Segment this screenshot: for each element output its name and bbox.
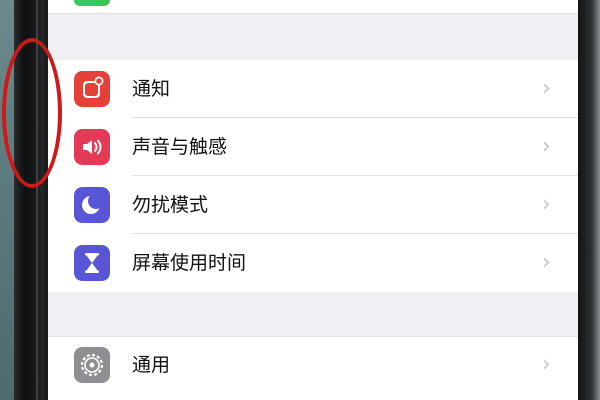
- settings-item-do-not-disturb[interactable]: 勿扰模式 ›: [48, 176, 578, 234]
- settings-item-notifications[interactable]: 通知 ›: [48, 60, 578, 118]
- photo-stage: 通知 › 声音与触感 › 勿扰模式 › 屏幕使用时间 › 通用 ›: [0, 0, 600, 400]
- phone-frame-highlight: [36, 0, 38, 400]
- settings-item-general[interactable]: 通用 ›: [48, 336, 578, 394]
- settings-group-general: 通用 ›: [48, 336, 578, 400]
- settings-item-screen-time[interactable]: 屏幕使用时间 ›: [48, 234, 578, 292]
- settings-item-label: 通知: [132, 78, 171, 100]
- divider: [48, 13, 578, 14]
- chevron-right-icon: ›: [542, 192, 551, 217]
- hourglass-icon: [74, 245, 110, 281]
- settings-group-top: [48, 0, 578, 14]
- settings-item-sounds[interactable]: 声音与触感 ›: [48, 118, 578, 176]
- phone-side-frame: [14, 0, 44, 400]
- chevron-right-icon: ›: [542, 250, 551, 275]
- settings-item-label: 屏幕使用时间: [132, 252, 247, 274]
- background-scene: [0, 0, 14, 400]
- moon-icon: [74, 187, 110, 223]
- settings-item-label: 声音与触感: [132, 136, 228, 158]
- settings-item-label: 勿扰模式: [132, 194, 209, 216]
- gear-icon: [74, 347, 110, 383]
- settings-item-label: 通用: [132, 354, 171, 376]
- chevron-right-icon: ›: [542, 134, 551, 159]
- phone-right-bezel: [578, 0, 600, 400]
- partial-app-icon: [74, 0, 110, 6]
- chevron-right-icon: ›: [542, 76, 551, 101]
- settings-screen: 通知 › 声音与触感 › 勿扰模式 › 屏幕使用时间 › 通用 ›: [48, 0, 578, 400]
- chevron-right-icon: ›: [542, 352, 551, 377]
- speaker-icon: [74, 129, 110, 165]
- settings-group-main: 通知 › 声音与触感 › 勿扰模式 › 屏幕使用时间 ›: [48, 60, 578, 292]
- notifications-icon: [74, 71, 110, 107]
